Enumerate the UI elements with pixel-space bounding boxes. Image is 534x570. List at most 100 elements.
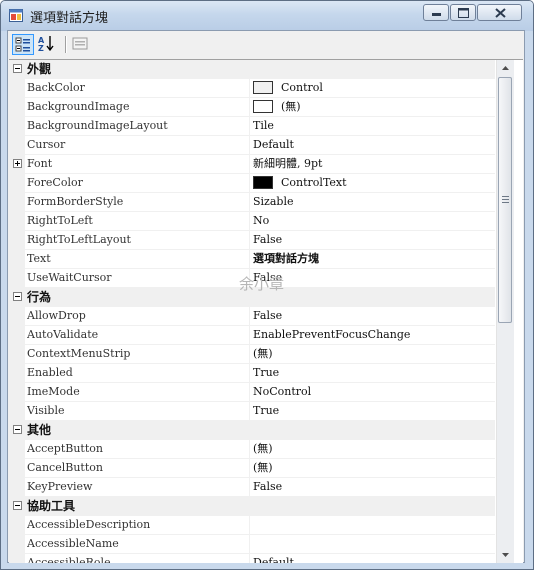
property-row[interactable]: RightToLeft No	[9, 212, 495, 231]
color-swatch-icon	[253, 175, 273, 189]
column-divider	[249, 345, 250, 363]
property-row[interactable]: Text 選項對話方塊	[9, 250, 495, 269]
collapse-minus-icon[interactable]	[13, 64, 22, 73]
property-row[interactable]: ImeMode NoControl	[9, 383, 495, 402]
property-row[interactable]: AccessibleRole Default	[9, 554, 495, 563]
property-value[interactable]: Default	[253, 136, 493, 154]
collapse-minus-icon[interactable]	[13, 501, 22, 510]
column-divider	[249, 117, 250, 135]
property-grid-panel: A Z 外觀 BackColor Control BackgroundImage (無)…	[7, 30, 525, 563]
collapse-minus-icon[interactable]	[13, 425, 22, 434]
category-row[interactable]: 外觀	[9, 60, 495, 79]
property-value-text: False	[253, 480, 283, 493]
property-value[interactable]: True	[253, 364, 493, 382]
categorized-icon	[15, 37, 30, 52]
property-row[interactable]: KeyPreview False	[9, 478, 495, 497]
property-row[interactable]: FormBorderStyle Sizable	[9, 193, 495, 212]
property-value[interactable]: No	[253, 212, 493, 230]
property-pages-button[interactable]	[70, 34, 92, 55]
property-row[interactable]: AcceptButton (無)	[9, 440, 495, 459]
category-label: 其他	[27, 423, 52, 437]
property-value-text: False	[253, 233, 283, 246]
property-grid-toolbar: A Z	[8, 31, 524, 59]
property-value[interactable]	[253, 535, 493, 553]
category-row[interactable]: 其他	[9, 421, 495, 440]
app-window-icon	[9, 9, 23, 22]
column-divider	[249, 250, 250, 268]
property-value[interactable]: False	[253, 307, 493, 325]
vertical-scrollbar[interactable]	[496, 60, 514, 563]
property-value[interactable]: Sizable	[253, 193, 493, 211]
expand-plus-icon[interactable]	[13, 159, 22, 168]
property-value[interactable]: NoControl	[253, 383, 493, 401]
row-gutter	[9, 307, 25, 325]
minimize-button[interactable]	[423, 4, 449, 21]
column-divider	[249, 554, 250, 563]
property-row[interactable]: Enabled True	[9, 364, 495, 383]
column-divider	[249, 174, 250, 192]
property-row[interactable]: BackgroundImage (無)	[9, 98, 495, 117]
row-gutter	[9, 136, 25, 154]
property-value[interactable]: False	[253, 231, 493, 249]
property-value-text: (無)	[253, 347, 273, 360]
minimize-icon	[432, 13, 441, 16]
property-value[interactable]: ControlText	[253, 174, 493, 192]
maximize-button[interactable]	[450, 4, 476, 21]
property-value[interactable]: EnablePreventFocusChange	[253, 326, 493, 344]
property-value-text: Tile	[253, 119, 274, 132]
property-value[interactable]: 新細明體, 9pt	[253, 155, 493, 173]
property-value-text: (無)	[253, 461, 273, 474]
categorized-button[interactable]	[12, 34, 34, 55]
row-gutter	[9, 345, 25, 363]
property-row[interactable]: Cursor Default	[9, 136, 495, 155]
property-value[interactable]: (無)	[253, 345, 493, 363]
column-divider	[249, 326, 250, 344]
column-divider	[249, 79, 250, 97]
property-row[interactable]: AccessibleDescription	[9, 516, 495, 535]
scroll-down-icon[interactable]	[497, 546, 514, 563]
property-row[interactable]: BackgroundImageLayout Tile	[9, 117, 495, 136]
property-value[interactable]: (無)	[253, 459, 493, 477]
property-name: FormBorderStyle	[27, 195, 124, 208]
property-row[interactable]: AccessibleName	[9, 535, 495, 554]
property-value[interactable]: False	[253, 269, 493, 287]
property-value-text: False	[253, 309, 283, 322]
property-value[interactable]: (無)	[253, 440, 493, 458]
scrollbar-thumb[interactable]	[498, 77, 512, 323]
category-row[interactable]: 協助工具	[9, 497, 495, 516]
property-name: RightToLeftLayout	[27, 233, 131, 246]
property-value[interactable]: Default	[253, 554, 493, 563]
scroll-up-icon[interactable]	[497, 60, 514, 77]
property-value[interactable]: 選項對話方塊	[253, 250, 493, 268]
alphabetical-button[interactable]: A Z	[36, 34, 58, 55]
property-row[interactable]: AllowDrop False	[9, 307, 495, 326]
property-value[interactable]: Tile	[253, 117, 493, 135]
property-value[interactable]: True	[253, 402, 493, 420]
property-row[interactable]: Font 新細明體, 9pt	[9, 155, 495, 174]
property-name: BackgroundImage	[27, 100, 130, 113]
column-divider	[249, 155, 250, 173]
property-row[interactable]: CancelButton (無)	[9, 459, 495, 478]
property-name: AccessibleName	[27, 537, 119, 550]
property-row[interactable]: RightToLeftLayout False	[9, 231, 495, 250]
title-bar[interactable]: 選項對話方塊	[1, 1, 533, 31]
property-value[interactable]: (無)	[253, 98, 493, 116]
row-gutter	[9, 535, 25, 553]
collapse-minus-icon[interactable]	[13, 292, 22, 301]
row-gutter	[9, 383, 25, 401]
property-row[interactable]: Visible True	[9, 402, 495, 421]
scroll-grip-icon	[502, 196, 509, 203]
property-value-text: True	[253, 366, 280, 379]
property-value-text: 新細明體, 9pt	[253, 157, 323, 170]
property-row[interactable]: BackColor Control	[9, 79, 495, 98]
property-value[interactable]: False	[253, 478, 493, 496]
property-name: Cursor	[27, 138, 66, 151]
property-row[interactable]: ForeColor ControlText	[9, 174, 495, 193]
property-row[interactable]: AutoValidate EnablePreventFocusChange	[9, 326, 495, 345]
window-title: 選項對話方塊	[30, 11, 109, 26]
property-value[interactable]	[253, 516, 493, 534]
column-divider	[249, 402, 250, 420]
property-value[interactable]: Control	[253, 79, 493, 97]
close-button[interactable]	[477, 4, 522, 21]
property-row[interactable]: ContextMenuStrip (無)	[9, 345, 495, 364]
